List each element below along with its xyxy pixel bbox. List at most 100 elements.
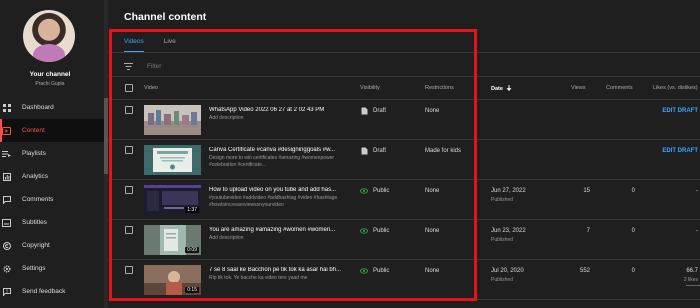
tabs-divider: [108, 52, 700, 53]
visibility-cell[interactable]: Public: [360, 267, 389, 275]
sidebar-item-analytics[interactable]: Analytics: [0, 165, 104, 188]
visibility-cell[interactable]: Public: [360, 227, 389, 235]
visibility-cell[interactable]: Draft: [360, 107, 386, 115]
column-date[interactable]: Date: [491, 85, 512, 92]
channel-title: Your channel: [29, 71, 71, 78]
video-duration: 0:15: [185, 287, 199, 293]
likes-ratio-bar: [686, 285, 700, 286]
visibility-cell[interactable]: Public: [360, 187, 389, 195]
sidebar-nav: Dashboard Content Playlists Analytics Co…: [0, 96, 104, 303]
restrictions-cell: None: [425, 188, 440, 194]
video-duration: 0:09: [185, 247, 199, 253]
sidebar-item-subtitles[interactable]: Subtitles: [0, 211, 104, 234]
video-description: #youtubevideo #addvideo #addhashtag #vid…: [209, 195, 338, 208]
table-row[interactable]: 1:37 How to upload video on you tube and…: [108, 180, 700, 220]
sidebar-item-settings[interactable]: Settings: [0, 257, 104, 280]
comments-icon: [2, 195, 11, 204]
row-checkbox[interactable]: [125, 226, 133, 234]
comments-cell: 0: [631, 228, 635, 234]
visibility-cell[interactable]: Draft: [360, 147, 386, 155]
sidebar-item-label: Settings: [22, 265, 46, 272]
column-views[interactable]: Views: [571, 85, 586, 91]
feedback-icon: [2, 287, 11, 296]
date-status: Published: [491, 197, 513, 203]
column-comments[interactable]: Comments: [606, 85, 633, 91]
visibility-label: Draft: [373, 108, 387, 114]
likes-cell: -: [696, 228, 698, 234]
restrictions-cell: None: [425, 108, 440, 114]
select-all-checkbox[interactable]: [125, 84, 133, 92]
filter-input[interactable]: Filter: [147, 63, 161, 70]
filter-icon[interactable]: [124, 57, 133, 75]
comments-cell: 0: [631, 188, 635, 194]
video-title[interactable]: Canva Certificate #canva #designinggoals…: [209, 147, 347, 153]
video-title[interactable]: How to upload video on you tube and add …: [209, 187, 347, 193]
edit-draft-link[interactable]: EDIT DRAFT: [662, 148, 698, 154]
edit-draft-link[interactable]: EDIT DRAFT: [662, 108, 698, 114]
video-thumbnail[interactable]: 0:15: [144, 265, 201, 295]
row-checkbox[interactable]: [125, 146, 133, 154]
comments-cell: 0: [631, 268, 635, 274]
visibility-label: Draft: [373, 148, 387, 154]
tab-videos[interactable]: Videos: [124, 38, 144, 52]
sidebar-item-playlists[interactable]: Playlists: [0, 142, 104, 165]
video-description: Design more to win certificates #amazing…: [209, 155, 335, 168]
sidebar-item-label: Comments: [22, 196, 54, 203]
video-title[interactable]: You are amazing #amazing #women #women..…: [209, 227, 347, 233]
sort-down-arrow-icon: [504, 85, 512, 92]
table-row[interactable]: Canva Certificate #canva #designinggoals…: [108, 140, 700, 180]
column-date-label: Date: [491, 86, 503, 92]
table-row[interactable]: 0:09 You are amazing #amazing #women #wo…: [108, 220, 700, 260]
playlists-icon: [2, 149, 11, 158]
analytics-icon: [2, 172, 11, 181]
tab-live[interactable]: Live: [164, 38, 176, 52]
eye-icon: [360, 187, 368, 195]
row-checkbox[interactable]: [125, 186, 133, 194]
video-thumbnail[interactable]: [144, 105, 201, 135]
video-thumbnail[interactable]: 1:37: [144, 185, 201, 215]
video-description: Add description: [209, 235, 244, 241]
sidebar-item-label: Copyright: [22, 242, 50, 249]
eye-icon: [360, 267, 368, 275]
filter-bar[interactable]: Filter: [124, 59, 161, 73]
restrictions-cell: None: [425, 268, 440, 274]
sidebar-item-label: Dashboard: [22, 104, 54, 111]
video-duration: 1:37: [185, 207, 199, 213]
copyright-icon: [2, 241, 11, 250]
content-icon: [2, 126, 11, 135]
video-description: Add description: [209, 115, 244, 121]
row-checkbox[interactable]: [125, 266, 133, 274]
sidebar-item-comments[interactable]: Comments: [0, 188, 104, 211]
eye-icon: [360, 227, 368, 235]
video-title[interactable]: WhatsApp Video 2022 06 27 at 2 02 43 PM: [209, 107, 347, 113]
video-thumbnail[interactable]: [144, 145, 201, 175]
sidebar-item-send-feedback[interactable]: Send feedback: [0, 280, 104, 303]
column-restrictions[interactable]: Restrictions: [425, 85, 454, 91]
likes-cell: 66.7: [686, 268, 698, 274]
table-row[interactable]: WhatsApp Video 2022 06 27 at 2 02 43 PM …: [108, 100, 700, 140]
draft-icon: [360, 147, 368, 155]
visibility-label: Public: [373, 268, 390, 274]
sidebar-item-label: Analytics: [22, 173, 49, 180]
sidebar-item-label: Subtitles: [22, 219, 47, 226]
row-checkbox[interactable]: [125, 106, 133, 114]
column-likes[interactable]: Likes (vs. dislikes): [653, 85, 698, 91]
video-title[interactable]: 7 se 8 saal ke Bacchon pe tik tok ka asa…: [209, 267, 347, 273]
page-title: Channel content: [124, 11, 207, 23]
table-header: Video Visibility Restrictions Date Views…: [108, 78, 700, 100]
sidebar-item-dashboard[interactable]: Dashboard: [0, 96, 104, 119]
subtitles-icon: [2, 218, 11, 227]
video-thumbnail[interactable]: 0:09: [144, 225, 201, 255]
dashboard-icon: [2, 103, 11, 112]
date-status: Published: [491, 277, 513, 283]
restrictions-cell: None: [425, 228, 440, 234]
channel-avatar[interactable]: [23, 10, 75, 62]
views-cell: 15: [583, 188, 590, 194]
settings-icon: [2, 264, 11, 273]
sidebar-item-copyright[interactable]: Copyright: [0, 234, 104, 257]
sidebar-item-content[interactable]: Content: [0, 119, 104, 142]
column-visibility[interactable]: Visibility: [360, 85, 380, 91]
filter-divider: [108, 76, 700, 77]
views-cell: 7: [586, 228, 590, 234]
table-row[interactable]: 0:15 7 se 8 saal ke Bacchon pe tik tok k…: [108, 260, 700, 300]
